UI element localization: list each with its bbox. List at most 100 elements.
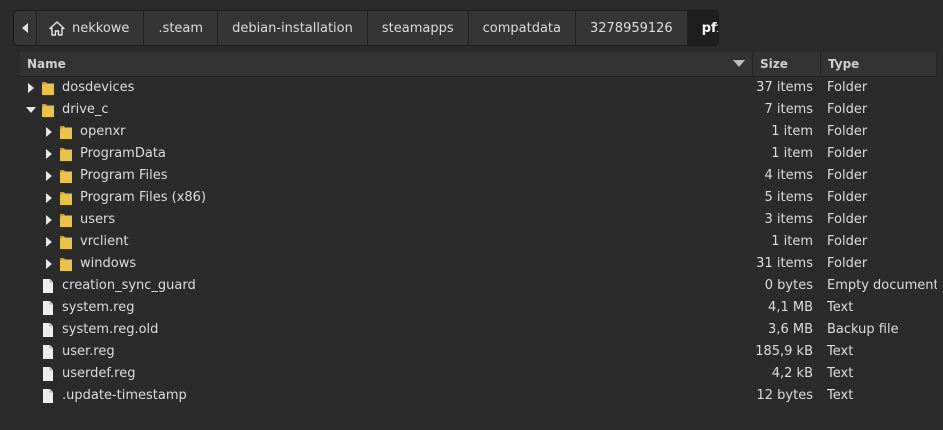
item-size: 1 item bbox=[771, 124, 813, 139]
folder-row[interactable]: vrclient 1 item Folder bbox=[20, 231, 943, 253]
document-icon bbox=[43, 367, 53, 381]
expander-collapsed-icon[interactable] bbox=[44, 170, 54, 182]
folder-icon bbox=[60, 126, 72, 139]
column-header-type[interactable]: Type bbox=[821, 52, 937, 76]
chevron-left-icon bbox=[22, 23, 28, 33]
expander-collapsed-icon[interactable] bbox=[44, 214, 54, 226]
breadcrumb-item-compatdata[interactable]: compatdata bbox=[469, 11, 576, 45]
breadcrumb-item-appid[interactable]: 3278959126 bbox=[576, 11, 688, 45]
item-type: Folder bbox=[827, 234, 868, 249]
expander-collapsed-icon[interactable] bbox=[26, 82, 36, 94]
expander-collapsed-icon[interactable] bbox=[44, 148, 54, 160]
folder-icon bbox=[60, 236, 72, 249]
column-header-bar: Name Size Type bbox=[20, 52, 943, 77]
item-type: Folder bbox=[827, 168, 868, 183]
item-size: 0 bytes bbox=[764, 278, 813, 293]
column-header-label: Size bbox=[760, 57, 788, 71]
folder-row[interactable]: dosdevices 37 items Folder bbox=[20, 77, 943, 99]
file-rows: dosdevices 37 items Folder drive_c 7 items Fo… bbox=[20, 77, 943, 407]
home-icon bbox=[49, 20, 65, 36]
folder-row[interactable]: drive_c 7 items Folder bbox=[20, 99, 943, 121]
expander-collapsed-icon[interactable] bbox=[44, 258, 54, 270]
folder-row[interactable]: Program Files (x86) 5 items Folder bbox=[20, 187, 943, 209]
folder-icon bbox=[42, 82, 54, 95]
sort-descending-icon[interactable] bbox=[733, 60, 745, 67]
item-type: Text bbox=[827, 366, 854, 381]
item-name: Program Files bbox=[80, 168, 168, 183]
item-type: Folder bbox=[827, 256, 868, 271]
folder-row[interactable]: Program Files 4 items Folder bbox=[20, 165, 943, 187]
folder-icon bbox=[60, 192, 72, 205]
item-type: Folder bbox=[827, 146, 868, 161]
folder-icon bbox=[60, 214, 72, 227]
item-type: Text bbox=[827, 300, 854, 315]
item-type: Folder bbox=[827, 124, 868, 139]
breadcrumb-label: nekkowe bbox=[72, 20, 130, 36]
breadcrumb-label: .steam bbox=[158, 20, 204, 36]
file-row[interactable]: userdef.reg 4,2 kB Text bbox=[20, 363, 943, 385]
item-name: users bbox=[80, 212, 116, 227]
folder-row[interactable]: openxr 1 item Folder bbox=[20, 121, 943, 143]
document-icon bbox=[43, 323, 53, 337]
item-size: 5 items bbox=[764, 190, 813, 205]
folder-icon bbox=[42, 104, 54, 117]
column-header-name[interactable]: Name bbox=[20, 52, 753, 76]
folder-row[interactable]: ProgramData 1 item Folder bbox=[20, 143, 943, 165]
document-icon bbox=[43, 279, 53, 293]
expander-expanded-icon[interactable] bbox=[26, 104, 36, 116]
item-type: Text bbox=[827, 388, 854, 403]
item-name: system.reg.old bbox=[62, 322, 159, 337]
breadcrumb-item-home[interactable]: nekkowe bbox=[37, 11, 145, 45]
item-size: 1 item bbox=[771, 146, 813, 161]
file-row[interactable]: system.reg.old 3,6 MB Backup file bbox=[20, 319, 943, 341]
column-header-size[interactable]: Size bbox=[753, 52, 821, 76]
document-icon bbox=[43, 345, 53, 359]
folder-row[interactable]: windows 31 items Folder bbox=[20, 253, 943, 275]
item-name: userdef.reg bbox=[62, 366, 136, 381]
item-name: drive_c bbox=[62, 102, 109, 117]
item-name: ProgramData bbox=[80, 146, 166, 161]
folder-icon bbox=[60, 148, 72, 161]
item-size: 185,9 kB bbox=[755, 344, 813, 359]
item-name: .update-timestamp bbox=[62, 388, 187, 403]
item-name: Program Files (x86) bbox=[80, 190, 207, 205]
item-name: system.reg bbox=[62, 300, 135, 315]
item-size: 4 items bbox=[764, 168, 813, 183]
item-name: dosdevices bbox=[62, 80, 135, 95]
item-name: user.reg bbox=[62, 344, 115, 359]
item-type: Text bbox=[827, 344, 854, 359]
breadcrumb-label: 3278959126 bbox=[589, 20, 673, 36]
file-list[interactable]: Name Size Type dosdevices 37 items Folder d… bbox=[20, 52, 943, 430]
file-row[interactable]: .update-timestamp 12 bytes Text bbox=[20, 385, 943, 407]
item-size: 37 items bbox=[756, 80, 813, 95]
document-icon bbox=[43, 301, 53, 315]
column-header-label: Type bbox=[828, 57, 860, 71]
breadcrumb-item-steam[interactable]: .steam bbox=[144, 11, 219, 45]
file-row[interactable]: system.reg 4,1 MB Text bbox=[20, 297, 943, 319]
item-size: 7 items bbox=[764, 102, 813, 117]
item-size: 4,1 MB bbox=[768, 300, 813, 315]
file-row[interactable]: creation_sync_guard 0 bytes Empty document bbox=[20, 275, 943, 297]
file-row[interactable]: user.reg 185,9 kB Text bbox=[20, 341, 943, 363]
breadcrumb-scroll-left-button[interactable] bbox=[14, 11, 37, 45]
item-size: 1 item bbox=[771, 234, 813, 249]
item-size: 4,2 kB bbox=[771, 366, 813, 381]
breadcrumb-item-pfx[interactable]: pfx bbox=[687, 11, 718, 45]
item-size: 31 items bbox=[756, 256, 813, 271]
folder-row[interactable]: users 3 items Folder bbox=[20, 209, 943, 231]
breadcrumb-label: pfx bbox=[701, 20, 718, 36]
folder-icon bbox=[60, 170, 72, 183]
breadcrumb-label: steamapps bbox=[381, 20, 454, 36]
item-name: windows bbox=[80, 256, 137, 271]
expander-collapsed-icon[interactable] bbox=[44, 192, 54, 204]
folder-icon bbox=[60, 258, 72, 271]
document-icon bbox=[43, 389, 53, 403]
expander-collapsed-icon[interactable] bbox=[44, 236, 54, 248]
item-name: openxr bbox=[80, 124, 126, 139]
item-type: Folder bbox=[827, 102, 868, 117]
expander-collapsed-icon[interactable] bbox=[44, 126, 54, 138]
breadcrumb-item-steamapps[interactable]: steamapps bbox=[368, 11, 469, 45]
scrollbar[interactable] bbox=[937, 52, 943, 430]
breadcrumb-item-debian-installation[interactable]: debian-installation bbox=[218, 11, 368, 45]
item-size: 12 bytes bbox=[756, 388, 814, 403]
